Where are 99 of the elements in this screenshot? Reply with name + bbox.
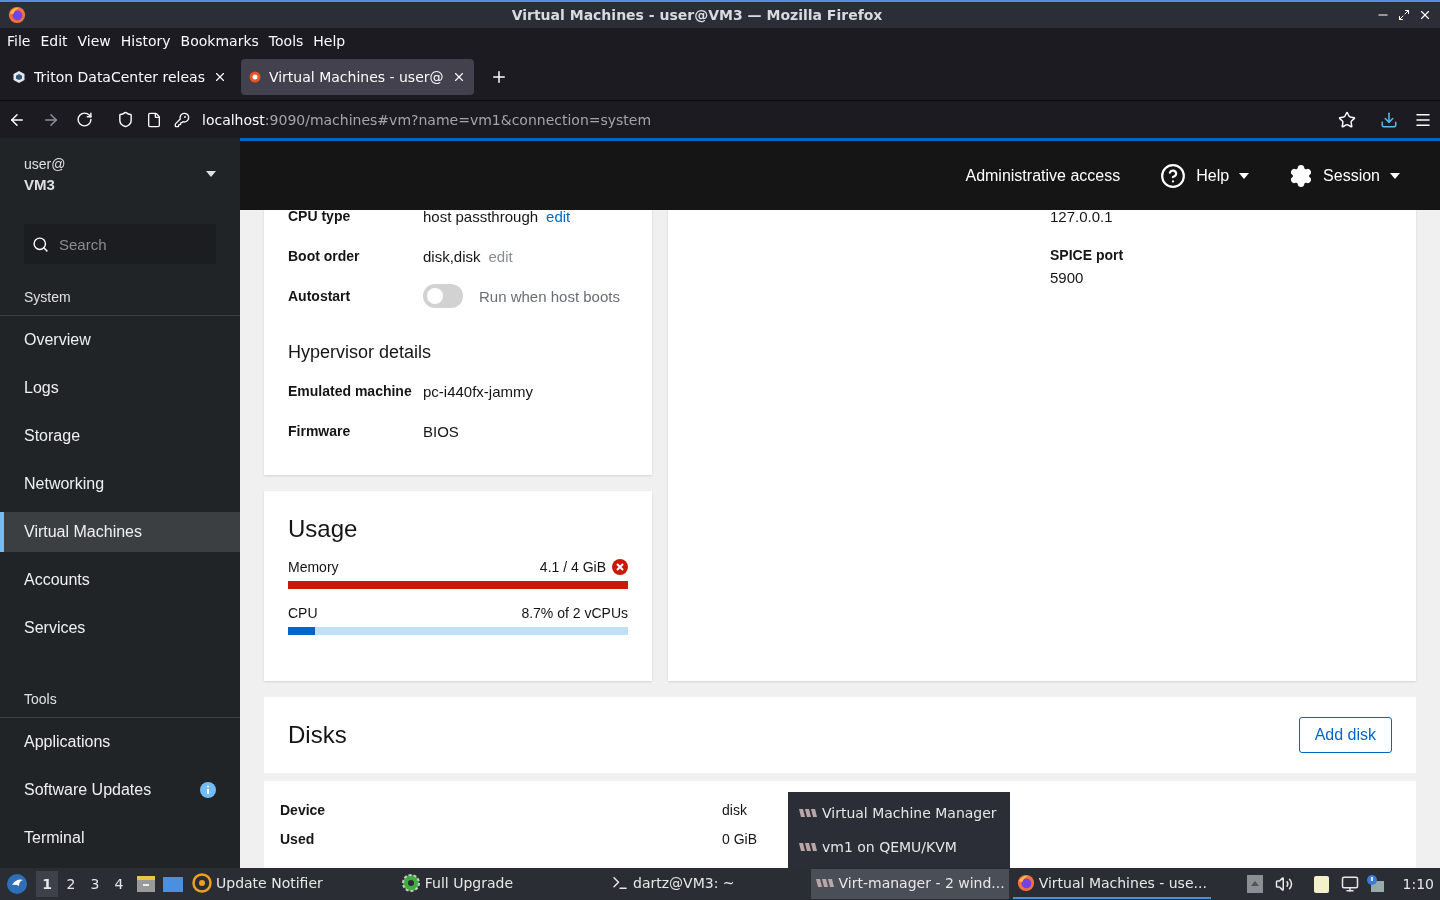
workspace-button[interactable]: 3 xyxy=(84,871,106,897)
nav-item[interactable]: Software Updates xyxy=(0,770,240,810)
field-value: 0 GiB xyxy=(722,830,757,847)
caret-icon xyxy=(1239,172,1250,179)
field-value: 127.0.0.1 xyxy=(1050,210,1114,225)
field-value: BIOS xyxy=(423,422,459,440)
key-icon xyxy=(174,111,190,128)
workspace-button[interactable]: 1 xyxy=(36,871,58,897)
field-value: host passthrough xyxy=(423,210,539,225)
bookmark-star-icon[interactable] xyxy=(1338,110,1356,129)
menu-item[interactable]: File xyxy=(2,33,36,49)
notification-icon[interactable] xyxy=(1366,875,1385,893)
page-icon xyxy=(146,111,162,128)
field-label: Autostart xyxy=(288,288,352,304)
field-value: disk,disk xyxy=(423,247,481,265)
menu-item[interactable]: Help xyxy=(308,33,351,49)
window-menu-item[interactable]: Virtual Machine Manager xyxy=(788,796,1010,830)
clipboard-icon[interactable] xyxy=(1312,874,1331,894)
menu-item[interactable]: View xyxy=(72,33,116,49)
meter-reading: 4.1 / 4 GiB xyxy=(539,559,606,575)
maximize-icon[interactable] xyxy=(1398,9,1410,21)
section-heading: Hypervisor details xyxy=(288,342,433,363)
card-title: Usage xyxy=(288,515,359,543)
nav-item[interactable]: Virtual Machines xyxy=(0,512,240,552)
search-input[interactable]: Search xyxy=(57,234,197,254)
nav-item[interactable]: Terminal xyxy=(0,818,240,858)
field-label: Used xyxy=(280,830,316,847)
field-value: disk xyxy=(722,801,747,818)
error-icon xyxy=(612,559,628,575)
nav-item[interactable]: Storage xyxy=(0,416,240,456)
hexagon-icon xyxy=(12,70,26,84)
file-manager-icon[interactable] xyxy=(136,874,156,894)
field-label: Emulated machine xyxy=(288,383,413,399)
nav-item[interactable]: Applications xyxy=(0,722,240,762)
field-value: 5900 xyxy=(1050,269,1085,286)
firefox-icon xyxy=(8,6,26,24)
shield-icon xyxy=(117,111,134,128)
field-label: Device xyxy=(280,801,327,818)
card-title: Disks xyxy=(288,721,347,749)
terminal-icon xyxy=(611,874,629,892)
meter-label: CPU xyxy=(288,605,318,621)
reload-icon[interactable] xyxy=(76,111,93,128)
nav-item[interactable]: Accounts xyxy=(0,560,240,600)
virt-manager-icon xyxy=(798,842,818,852)
add-disk-button[interactable]: Add disk xyxy=(1298,717,1392,753)
section-title: System xyxy=(24,289,71,305)
meter-reading: 8.7% of 2 vCPUs xyxy=(521,605,628,621)
caret-icon xyxy=(1390,172,1400,179)
browser-tab[interactable]: Virtual Machines - user@ xyxy=(240,59,474,95)
volume-icon[interactable] xyxy=(1274,875,1293,893)
task-button[interactable]: Virt-manager - 2 wind... xyxy=(810,869,1009,899)
host-switcher[interactable]: user@ VM3 xyxy=(0,138,240,210)
field-label: CPU type xyxy=(288,210,352,224)
meter-label: Memory xyxy=(288,559,339,575)
field-label: Firmware xyxy=(288,423,352,439)
workspace-button[interactable]: 4 xyxy=(108,871,130,897)
desktop-icon[interactable] xyxy=(162,874,184,894)
menu-item[interactable]: History xyxy=(115,33,176,49)
caret-icon xyxy=(206,171,216,177)
menu-item[interactable]: Bookmarks xyxy=(175,33,264,49)
menu-item[interactable]: Edit xyxy=(35,33,73,49)
field-value: pc-i440fx-jammy xyxy=(423,382,534,400)
virt-manager-icon xyxy=(798,808,818,818)
clock: 1:10 xyxy=(1402,876,1434,892)
nav-item[interactable]: Services xyxy=(0,608,240,648)
search-icon xyxy=(32,235,49,253)
task-button[interactable]: Update Notifier xyxy=(188,869,327,899)
window-title: Virtual Machines - user@VM3 — Mozilla Firefox xyxy=(510,7,884,23)
task-button[interactable]: Full Upgrade xyxy=(396,869,517,899)
section-title: Tools xyxy=(24,691,57,707)
close-icon[interactable] xyxy=(1418,8,1432,22)
browser-tab[interactable]: Triton DataCenter releas xyxy=(4,59,235,95)
nav-item[interactable]: Overview xyxy=(0,320,240,360)
network-icon[interactable] xyxy=(1340,875,1359,893)
virt-manager-icon xyxy=(814,878,835,888)
field-label: SPICE port xyxy=(1050,247,1125,263)
bird-icon[interactable] xyxy=(6,873,28,895)
switch-label: Run when host boots xyxy=(479,287,620,305)
help-menu[interactable]: Help xyxy=(1160,162,1250,189)
update-icon xyxy=(192,873,212,893)
search-field[interactable]: Search xyxy=(24,224,216,264)
gear-icon xyxy=(400,873,421,893)
download-icon[interactable] xyxy=(1380,110,1398,129)
task-button[interactable]: Virtual Machines - use... xyxy=(1012,869,1211,899)
field-label: Boot order xyxy=(288,248,361,264)
admin-access-button[interactable]: Administrative access xyxy=(965,166,1121,185)
help-icon xyxy=(1160,162,1187,189)
firefox-icon xyxy=(1016,874,1035,892)
autostart-switch[interactable] xyxy=(423,284,463,308)
nav-item[interactable]: Logs xyxy=(0,368,240,408)
nav-item[interactable]: Networking xyxy=(0,464,240,504)
favicon-icon xyxy=(248,71,261,83)
task-button[interactable]: dartz@VM3: ~ xyxy=(607,869,739,899)
window-menu-item[interactable]: vm1 on QEMU/KVM xyxy=(788,830,1010,864)
workspace-button[interactable]: 2 xyxy=(60,871,82,897)
edit-link[interactable]: edit xyxy=(546,210,571,225)
menu-item[interactable]: Tools xyxy=(263,33,309,49)
session-menu[interactable]: Session xyxy=(1289,163,1400,188)
tray-up-icon[interactable] xyxy=(1246,875,1263,893)
